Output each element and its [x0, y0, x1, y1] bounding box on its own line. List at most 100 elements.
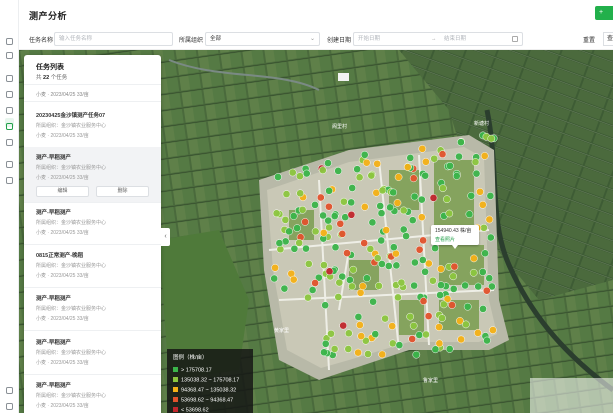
yield-point[interactable]	[406, 154, 415, 162]
yield-point[interactable]	[392, 261, 401, 270]
yield-point[interactable]	[482, 286, 491, 295]
user-icon[interactable]	[5, 398, 14, 410]
settings-icon[interactable]	[5, 382, 14, 394]
yield-point[interactable]	[289, 212, 298, 220]
yield-point[interactable]	[399, 206, 408, 215]
yield-point[interactable]	[409, 321, 418, 330]
yield-point[interactable]	[346, 276, 354, 284]
yield-point[interactable]	[344, 329, 353, 338]
yield-point[interactable]	[311, 201, 319, 209]
yield-point[interactable]	[356, 321, 364, 329]
yield-point[interactable]	[348, 282, 356, 291]
yield-point[interactable]	[296, 189, 305, 198]
yield-point[interactable]	[455, 152, 463, 161]
new-task-button[interactable]: +	[595, 6, 613, 20]
yield-point[interactable]	[282, 190, 291, 198]
task-name-input[interactable]: 输入任务名称	[54, 32, 173, 46]
yield-point[interactable]	[274, 173, 282, 181]
yield-point[interactable]	[467, 191, 476, 200]
scissors-icon[interactable]	[5, 102, 14, 114]
yield-point[interactable]	[281, 216, 290, 224]
delete-button[interactable]: 删除	[96, 186, 149, 197]
yield-point[interactable]	[409, 174, 418, 183]
yield-point[interactable]	[296, 172, 304, 181]
yield-point[interactable]	[443, 195, 451, 204]
yield-point[interactable]	[348, 184, 357, 192]
yield-point[interactable]	[302, 244, 310, 253]
task-card[interactable]: 0815正常测产-晚稻 所属组织：金沙镇农业服务中心 小麦 · 2023/04/25…	[24, 245, 161, 285]
yield-point[interactable]	[446, 162, 454, 170]
yield-point[interactable]	[373, 159, 382, 168]
yield-point[interactable]	[436, 291, 444, 299]
yield-point[interactable]	[360, 203, 369, 211]
yield-point[interactable]	[324, 159, 332, 167]
yield-point[interactable]	[430, 154, 439, 163]
yield-point[interactable]	[311, 279, 319, 287]
date-range-picker[interactable]: 开始日期 → 结束日期	[353, 32, 523, 46]
yield-point[interactable]	[448, 301, 456, 309]
yield-point[interactable]	[419, 236, 427, 245]
yield-point[interactable]	[478, 268, 487, 276]
yield-point[interactable]	[369, 297, 377, 306]
yield-point[interactable]	[304, 260, 313, 268]
layout-icon[interactable]	[5, 156, 14, 168]
yield-point[interactable]	[394, 173, 403, 181]
yield-point[interactable]	[389, 243, 398, 252]
yield-point[interactable]	[445, 209, 454, 218]
yield-point[interactable]	[325, 186, 333, 195]
yield-point[interactable]	[353, 165, 362, 174]
yield-point[interactable]	[357, 332, 366, 340]
yield-point[interactable]	[360, 239, 369, 247]
map-pin-icon[interactable]	[5, 33, 14, 45]
yield-point[interactable]	[479, 305, 487, 313]
yield-point[interactable]	[476, 187, 484, 196]
yield-point[interactable]	[388, 322, 397, 330]
yield-point[interactable]	[415, 245, 424, 254]
yield-point[interactable]	[486, 192, 495, 200]
yield-point[interactable]	[373, 254, 382, 263]
yield-point[interactable]	[320, 261, 328, 269]
yield-point[interactable]	[347, 198, 356, 207]
yield-point[interactable]	[319, 211, 327, 220]
yield-point[interactable]	[334, 293, 343, 301]
collapse-panel-button[interactable]: ‹	[161, 228, 170, 246]
task-card[interactable]: 测产-早稻测产 所属组织：金沙镇农业服务中心 小麦 · 2023/04/25 33/…	[24, 202, 161, 242]
yield-point[interactable]	[489, 326, 497, 334]
yield-point[interactable]	[421, 267, 429, 276]
yield-point[interactable]	[449, 285, 458, 293]
yield-point[interactable]	[327, 329, 335, 338]
yield-point[interactable]	[474, 329, 482, 337]
yield-point[interactable]	[325, 223, 333, 232]
yield-point[interactable]	[295, 239, 304, 247]
yield-point[interactable]	[388, 339, 397, 348]
yield-point[interactable]	[368, 218, 377, 227]
yield-point[interactable]	[410, 192, 419, 201]
yield-point[interactable]	[480, 152, 489, 160]
yield-point[interactable]	[429, 194, 438, 202]
yield-point[interactable]	[472, 169, 481, 178]
yield-point[interactable]	[298, 205, 307, 214]
yield-point[interactable]	[469, 268, 478, 277]
yield-point[interactable]	[392, 249, 400, 258]
yield-point[interactable]	[334, 167, 343, 175]
yield-point[interactable]	[431, 244, 439, 253]
yield-point[interactable]	[360, 150, 369, 159]
yield-point[interactable]	[408, 335, 417, 343]
yield-point[interactable]	[487, 134, 496, 143]
yield-point[interactable]	[389, 188, 398, 197]
yield-point[interactable]	[481, 249, 489, 258]
analytics-icon[interactable]	[5, 118, 14, 130]
yield-point[interactable]	[457, 138, 465, 147]
yield-point[interactable]	[399, 225, 408, 234]
yield-point[interactable]	[330, 212, 339, 220]
yield-point[interactable]	[339, 321, 348, 330]
yield-point[interactable]	[349, 265, 358, 274]
yield-point[interactable]	[362, 158, 371, 167]
yield-point[interactable]	[378, 186, 387, 195]
yield-point[interactable]	[321, 301, 330, 310]
yield-point[interactable]	[406, 312, 415, 321]
yield-point[interactable]	[418, 144, 427, 153]
yield-point[interactable]	[457, 335, 465, 344]
yield-point[interactable]	[285, 227, 293, 236]
yield-point[interactable]	[304, 293, 312, 302]
